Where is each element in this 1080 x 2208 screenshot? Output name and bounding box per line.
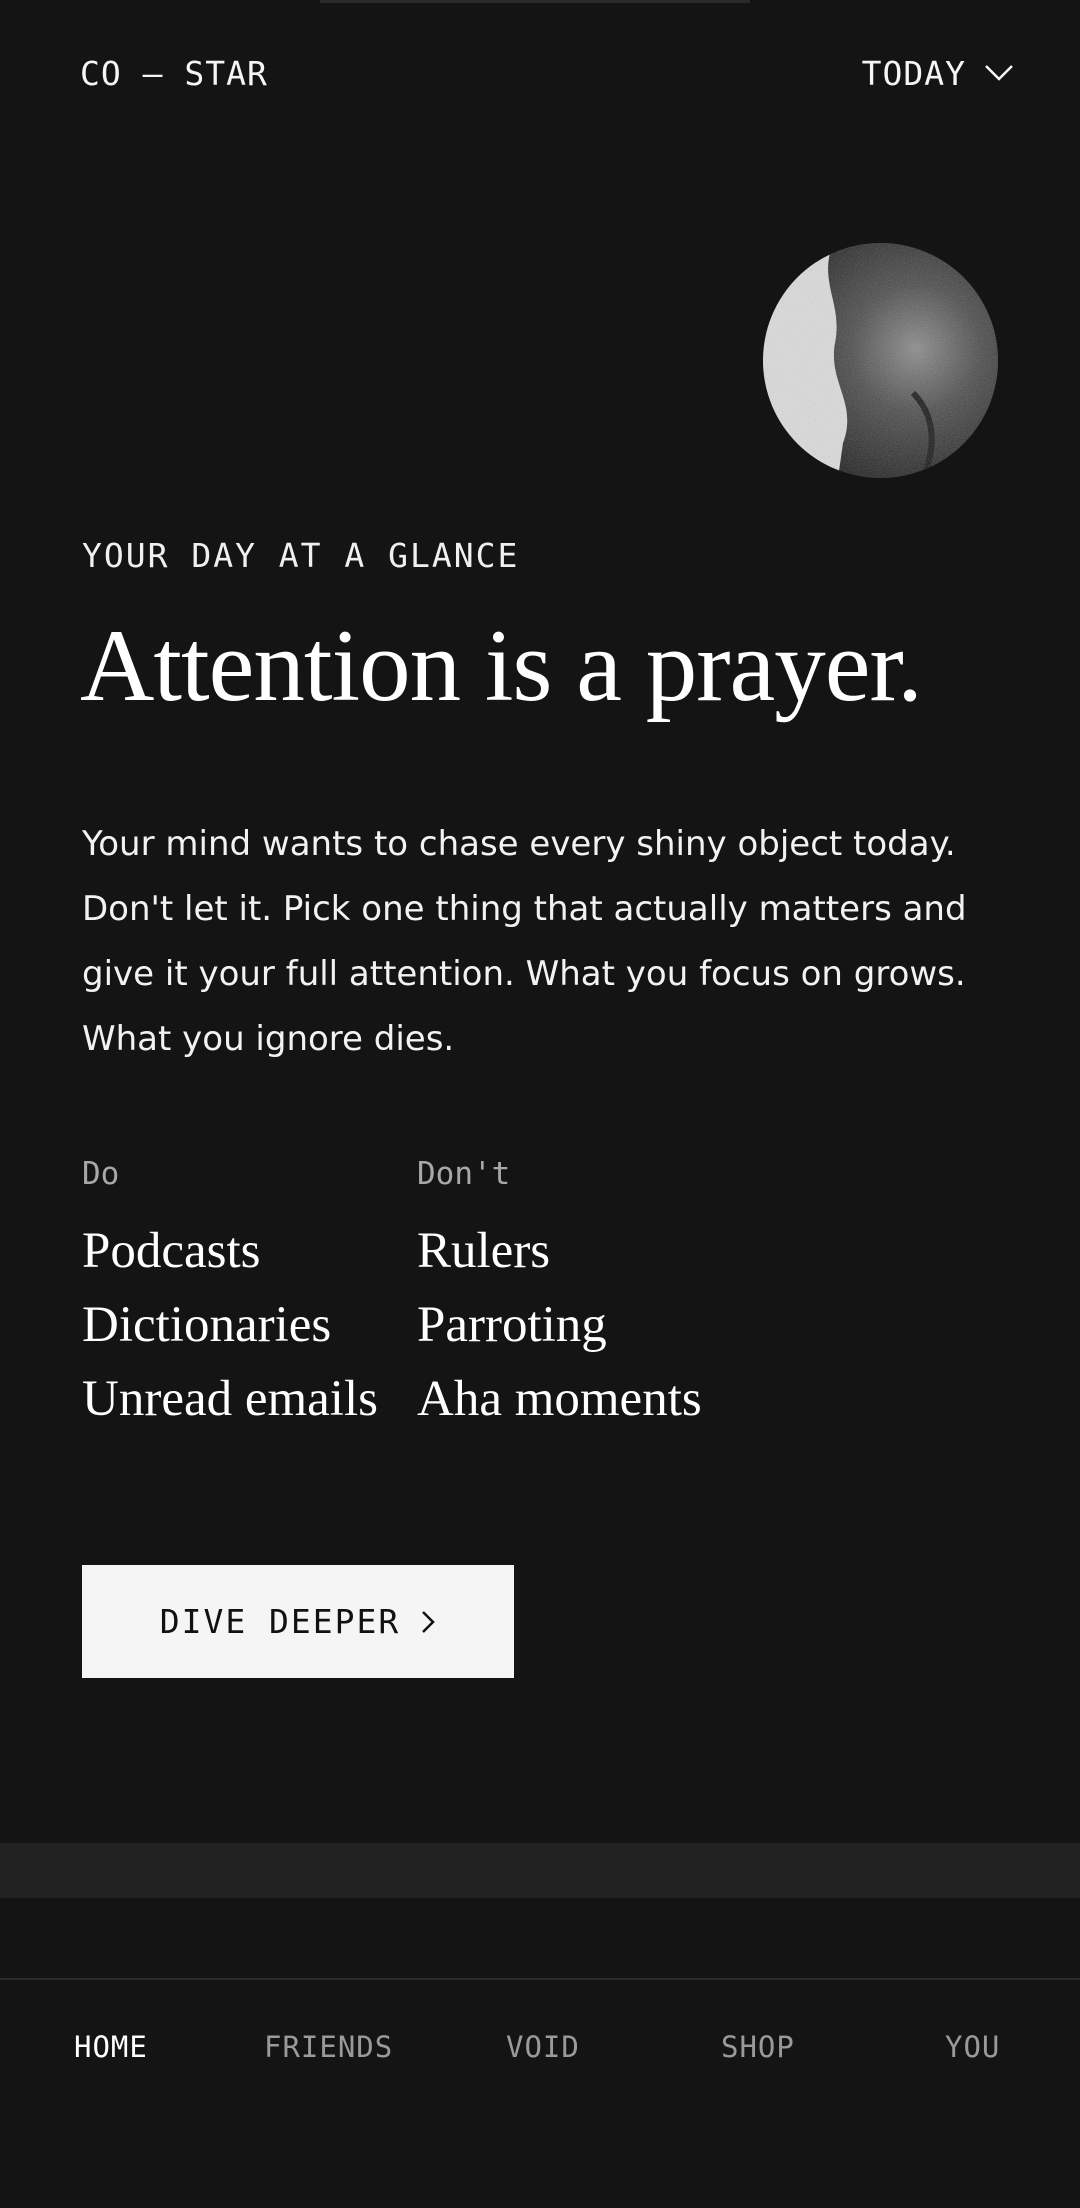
do-column: Do Podcasts Dictionaries Unread emails	[82, 1150, 417, 1436]
nav-item-you[interactable]: YOU	[945, 2030, 1000, 2064]
dont-item: Rulers	[417, 1223, 551, 1279]
daily-headline: Attention is a prayer.	[80, 609, 923, 723]
do-item: Podcasts	[82, 1223, 261, 1279]
app-logo: CO — STAR	[80, 53, 268, 93]
dont-item: Aha moments	[417, 1371, 702, 1427]
daily-image	[763, 243, 998, 478]
section-eyebrow: YOUR DAY AT A GLANCE	[82, 536, 520, 575]
section-divider-band	[0, 1843, 1080, 1898]
dive-deeper-label: DIVE DEEPER	[159, 1602, 401, 1641]
dont-item: Parroting	[417, 1297, 607, 1353]
do-item: Dictionaries	[82, 1297, 332, 1353]
chevron-down-icon	[984, 63, 1014, 83]
nav-item-home[interactable]: HOME	[74, 2030, 148, 2064]
status-bar-line	[320, 0, 750, 3]
chevron-right-icon	[420, 1609, 436, 1635]
bottom-nav: HOME FRIENDS VOID SHOP YOU	[0, 1978, 1080, 2208]
nav-item-friends[interactable]: FRIENDS	[264, 2030, 393, 2064]
do-heading: Do	[82, 1156, 120, 1192]
do-item: Unread emails	[82, 1371, 378, 1427]
date-selector-label: TODAY	[861, 53, 966, 93]
date-selector[interactable]: TODAY	[862, 54, 1014, 93]
dont-heading: Don't	[417, 1156, 511, 1192]
dont-column: Don't Rulers Parroting Aha moments	[417, 1150, 817, 1436]
top-bar: CO — STAR TODAY	[80, 48, 1014, 98]
nav-item-void[interactable]: VOID	[506, 2030, 580, 2064]
daily-body-text: Your mind wants to chase every shiny obj…	[82, 824, 967, 1059]
dive-deeper-button[interactable]: DIVE DEEPER	[82, 1565, 514, 1678]
do-dont-section: Do Podcasts Dictionaries Unread emails D…	[82, 1150, 817, 1436]
nav-item-shop[interactable]: SHOP	[721, 2030, 795, 2064]
